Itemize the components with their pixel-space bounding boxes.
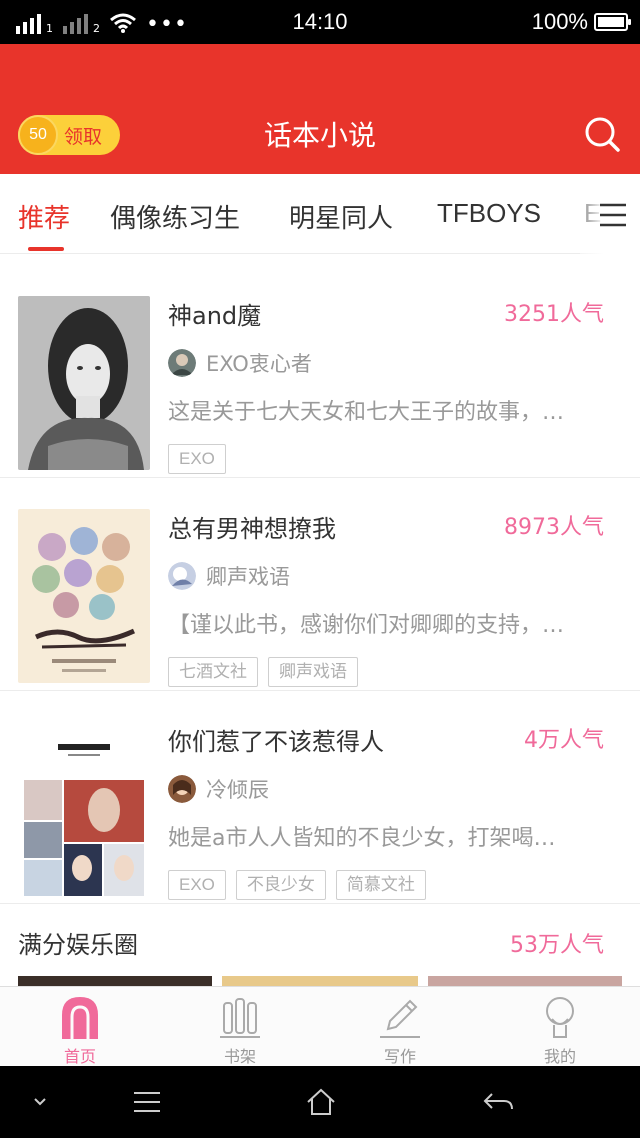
tab-celebrity-fanfic[interactable]: 明星同人 (289, 198, 393, 235)
book-cover-image (18, 509, 150, 683)
home-icon (62, 997, 98, 1039)
book-tag[interactable]: EXO (168, 870, 226, 900)
author-name: 卿声戏语 (206, 565, 290, 589)
menu-icon (600, 203, 626, 227)
book-author[interactable]: 冷倾辰 (168, 774, 269, 804)
book-popularity: 4万人气 (524, 728, 604, 753)
nav-bookshelf-label: 书架 (223, 1047, 256, 1066)
book-tag[interactable]: 不良少女 (235, 870, 326, 900)
active-tab-indicator (28, 247, 64, 251)
book-cover-image (18, 722, 150, 896)
book-item[interactable]: 总有男神想撩我 8973人气 卿声戏语 【谨以此书，感谢你们对卿卿的支持，… 七… (0, 477, 640, 691)
thumbnail-image[interactable] (18, 976, 212, 986)
book-item[interactable]: 神and魔 3251人气 EXO衷心者 这是关于七大天女和七大王子的故事，… E… (0, 264, 640, 478)
book-title: 神and魔 (168, 302, 262, 330)
nav-home[interactable]: 首页 (0, 987, 160, 1067)
book-popularity: 3251人气 (504, 302, 604, 327)
book-tags: EXO (168, 444, 226, 474)
section-popularity: 53万人气 (510, 933, 604, 958)
book-description: 这是关于七大天女和七大王子的故事，… (168, 400, 565, 425)
status-bar: 1 2 ••• 14:10 100% (0, 0, 640, 44)
book-cover-image (18, 296, 150, 470)
chevron-down-icon[interactable] (32, 1096, 48, 1108)
battery-icon (594, 13, 631, 31)
book-author[interactable]: EXO衷心者 (168, 348, 312, 378)
nav-profile-label: 我的 (543, 1047, 576, 1066)
nav-write-label: 写作 (383, 1047, 416, 1066)
book-tag[interactable]: 卿声戏语 (268, 657, 358, 687)
bookshelf-icon (220, 998, 260, 1038)
book-tag[interactable]: EXO (168, 444, 226, 474)
book-title: 总有男神想撩我 (168, 515, 336, 543)
app-title: 话本小说 (263, 119, 376, 152)
home-button-icon[interactable] (306, 1088, 336, 1116)
section-header[interactable]: 满分娱乐圈 53万人气 (0, 905, 640, 981)
author-avatar (168, 349, 196, 377)
book-title: 你们惹了不该惹得人 (168, 728, 384, 756)
tab-idol-trainee[interactable]: 偶像练习生 (110, 198, 240, 235)
profile-icon (546, 997, 574, 1038)
search-icon[interactable] (582, 112, 622, 156)
system-nav-bar (0, 1066, 640, 1138)
book-tags: 七酒文社 卿声戏语 (168, 657, 358, 687)
category-tabs: 推荐 偶像练习生 明星同人 TFBOYS E (0, 174, 640, 254)
nav-profile[interactable]: 我的 (480, 987, 640, 1067)
bottom-navigation: 首页 书架 写作 我的 (0, 986, 640, 1066)
more-tabs-button[interactable] (580, 174, 640, 254)
battery-percent: 100% (531, 9, 588, 34)
book-item[interactable]: 你们惹了不该惹得人 4万人气 冷倾辰 她是a市人人皆知的不良少女，打架喝… EX… (0, 690, 640, 904)
book-description: 【谨以此书，感谢你们对卿卿的支持，… (168, 613, 565, 638)
nav-write[interactable]: 写作 (320, 987, 480, 1067)
author-avatar (168, 775, 196, 803)
book-description: 她是a市人人皆知的不良少女，打架喝… (168, 826, 556, 851)
book-popularity: 8973人气 (504, 515, 604, 540)
author-avatar (168, 562, 196, 590)
book-tags: EXO 不良少女 简慕文社 (168, 870, 426, 900)
thumbnail-image[interactable] (222, 976, 418, 986)
author-name: 冷倾辰 (206, 778, 269, 802)
nav-home-label: 首页 (63, 1047, 96, 1066)
pencil-icon (380, 999, 420, 1038)
tab-tfboys[interactable]: TFBOYS (437, 198, 541, 229)
book-tag[interactable]: 简慕文社 (335, 870, 426, 900)
section-title: 满分娱乐圈 (18, 931, 138, 959)
menu-icon[interactable] (132, 1090, 162, 1114)
app-header: 50 领取 话本小说 (0, 44, 640, 174)
nav-bookshelf[interactable]: 书架 (160, 987, 320, 1067)
book-author[interactable]: 卿声戏语 (168, 561, 290, 591)
tab-recommend[interactable]: 推荐 (18, 198, 70, 235)
thumbnail-image[interactable] (428, 976, 622, 986)
book-tag[interactable]: 七酒文社 (168, 657, 258, 687)
author-name: EXO衷心者 (206, 352, 312, 376)
back-icon[interactable] (482, 1090, 514, 1114)
section-thumbnails (0, 976, 640, 986)
